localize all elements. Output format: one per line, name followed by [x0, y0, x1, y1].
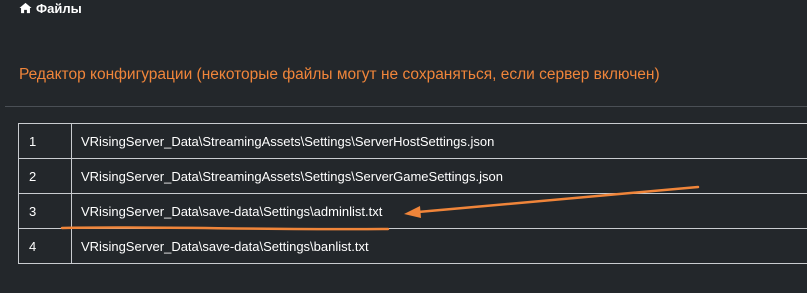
breadcrumb-label[interactable]: Файлы	[36, 1, 82, 16]
home-icon	[19, 2, 32, 14]
file-row[interactable]: 2 VRisingServer_Data\StreamingAssets\Set…	[18, 158, 807, 194]
file-path[interactable]: VRisingServer_Data\StreamingAssets\Setti…	[71, 158, 807, 194]
file-index: 4	[18, 228, 72, 264]
page: Файлы Редактор конфигурации (некоторые ф…	[0, 0, 807, 293]
config-file-table: 1 VRisingServer_Data\StreamingAssets\Set…	[18, 123, 807, 264]
file-index: 3	[18, 193, 72, 229]
file-path[interactable]: VRisingServer_Data\StreamingAssets\Setti…	[71, 123, 807, 159]
config-editor-title: Редактор конфигурации (некоторые файлы м…	[19, 66, 660, 83]
file-path[interactable]: VRisingServer_Data\save-data\Settings\ba…	[71, 228, 807, 264]
file-row[interactable]: 4 VRisingServer_Data\save-data\Settings\…	[18, 228, 807, 264]
file-row[interactable]: 3 VRisingServer_Data\save-data\Settings\…	[18, 193, 807, 229]
file-index: 2	[18, 158, 72, 194]
file-path[interactable]: VRisingServer_Data\save-data\Settings\ad…	[71, 193, 807, 229]
file-row[interactable]: 1 VRisingServer_Data\StreamingAssets\Set…	[18, 123, 807, 159]
divider	[5, 106, 807, 107]
file-index: 1	[18, 123, 72, 159]
breadcrumb[interactable]: Файлы	[19, 0, 82, 16]
